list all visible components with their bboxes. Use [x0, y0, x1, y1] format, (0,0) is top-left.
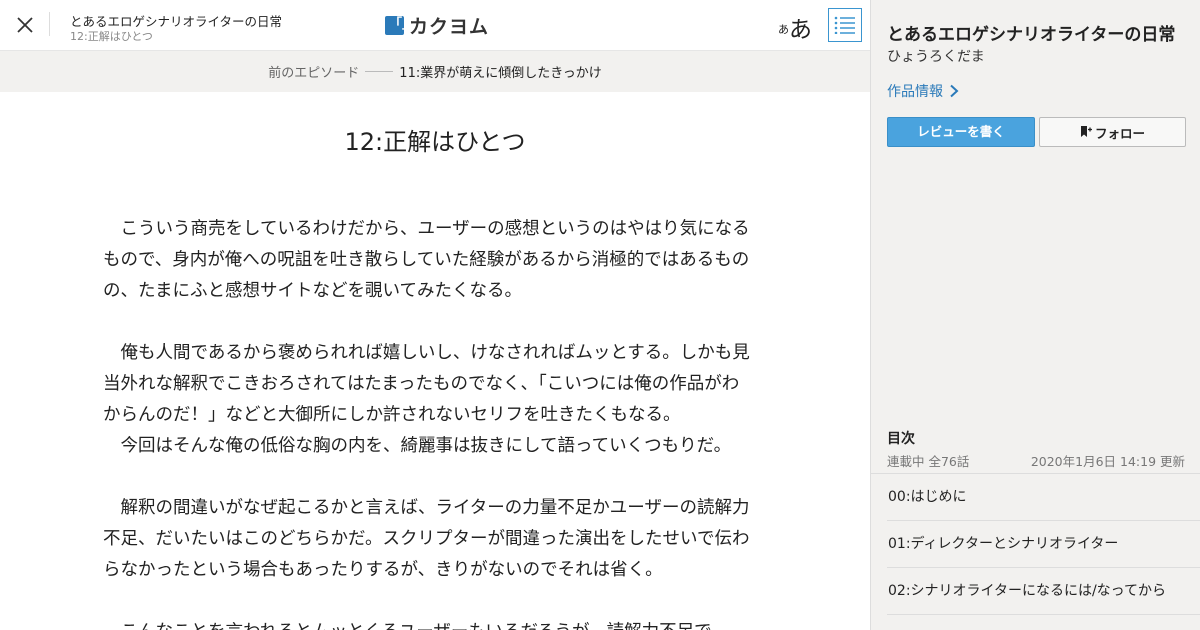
toc-episode-item[interactable]: 01:ディレクターとシナリオライター	[887, 521, 1200, 568]
body-paragraph: 解釈の間違いがなぜ起こるかと言えば、ライターの力量不足かユーザーの読解力不足、だ…	[103, 498, 750, 580]
body-paragraph: 俺も人間であるから褒められれば嬉しいし、けなされればムッとする。しかも見当外れな…	[103, 343, 750, 425]
toc-heading: 目次	[887, 431, 915, 447]
font-size-small-glyph: あ	[778, 23, 789, 36]
font-size-button[interactable]: あ あ	[777, 9, 813, 43]
previous-episode-bar: 前のエピソード 11:業界が萌えに傾倒したきっかけ	[0, 51, 870, 92]
close-icon	[17, 17, 33, 33]
toc-status: 連載中 全76話	[887, 454, 970, 469]
chevron-right-icon	[950, 84, 959, 98]
previous-episode-separator	[365, 71, 394, 72]
previous-episode-title: 11:業界が萌えに傾倒したきっかけ	[399, 66, 602, 81]
sidebar-author[interactable]: ひょうろくだま	[887, 46, 985, 66]
reader-main: とあるエロゲシナリオライターの日常 12:正解はひとつ 「」 カクヨム あ あ	[0, 0, 870, 630]
previous-episode-label: 前のエピソード	[268, 66, 360, 81]
logo-text: カクヨム	[409, 15, 490, 38]
top-bar: とあるエロゲシナリオライターの日常 12:正解はひとつ 「」 カクヨム あ あ	[0, 0, 870, 51]
body-paragraph: こんなことを言われるとムッとくるユーザーもいるだろうが、読解力不足で	[103, 617, 755, 630]
logo-mark-glyph: 「」	[389, 16, 416, 32]
body-paragraph: 今回はそんな俺の低俗な胸の内を、綺麗事は抜きにして語っていくつもりだ。	[103, 436, 732, 456]
close-button[interactable]	[14, 14, 36, 36]
toc-list: 00:はじめに 01:ディレクターとシナリオライター 02:シナリオライターにな…	[871, 473, 1200, 615]
toc-updated: 2020年1月6日 14:19 更新	[1030, 454, 1185, 469]
header-divider	[49, 12, 50, 36]
list-icon	[834, 16, 855, 34]
body-paragraph: こういう商売をしているわけだから、ユーザーの感想というのはやはり気になるもので、…	[103, 219, 750, 301]
episode-body: こういう商売をしているわけだから、ユーザーの感想というのはやはり気になるもので、…	[103, 214, 755, 630]
toc-toggle-button[interactable]	[828, 8, 862, 42]
header-episode-subtitle: 12:正解はひとつ	[70, 30, 153, 43]
episode-title: 12:正解はひとつ	[344, 128, 526, 156]
follow-button-label: フォロー	[1094, 125, 1145, 141]
follow-button[interactable]: フォロー	[1039, 117, 1186, 147]
work-info-link[interactable]: 作品情報	[887, 81, 959, 101]
sidebar-work-title[interactable]: とあるエロゲシナリオライターの日常	[887, 20, 1175, 45]
body-paragraph	[103, 586, 755, 617]
body-paragraph	[103, 307, 755, 338]
toc-episode-item[interactable]: 02:シナリオライターになるには/なってから	[887, 568, 1200, 615]
logo-mark-icon: 「」	[385, 15, 415, 35]
bookmark-plus-icon	[1080, 126, 1092, 137]
toc-episode-item[interactable]: 00:はじめに	[887, 474, 1200, 521]
kakuyomu-logo[interactable]: 「」 カクヨム	[385, 13, 490, 38]
work-info-label: 作品情報	[887, 84, 943, 100]
previous-episode-link[interactable]: 前のエピソード 11:業界が萌えに傾倒したきっかけ	[0, 51, 870, 92]
font-size-large-glyph: あ	[789, 17, 812, 43]
body-paragraph	[103, 462, 755, 493]
work-sidebar: とあるエロゲシナリオライターの日常 ひょうろくだま 作品情報 レビューを書く フ…	[870, 0, 1200, 630]
write-review-button[interactable]: レビューを書く	[887, 117, 1035, 147]
